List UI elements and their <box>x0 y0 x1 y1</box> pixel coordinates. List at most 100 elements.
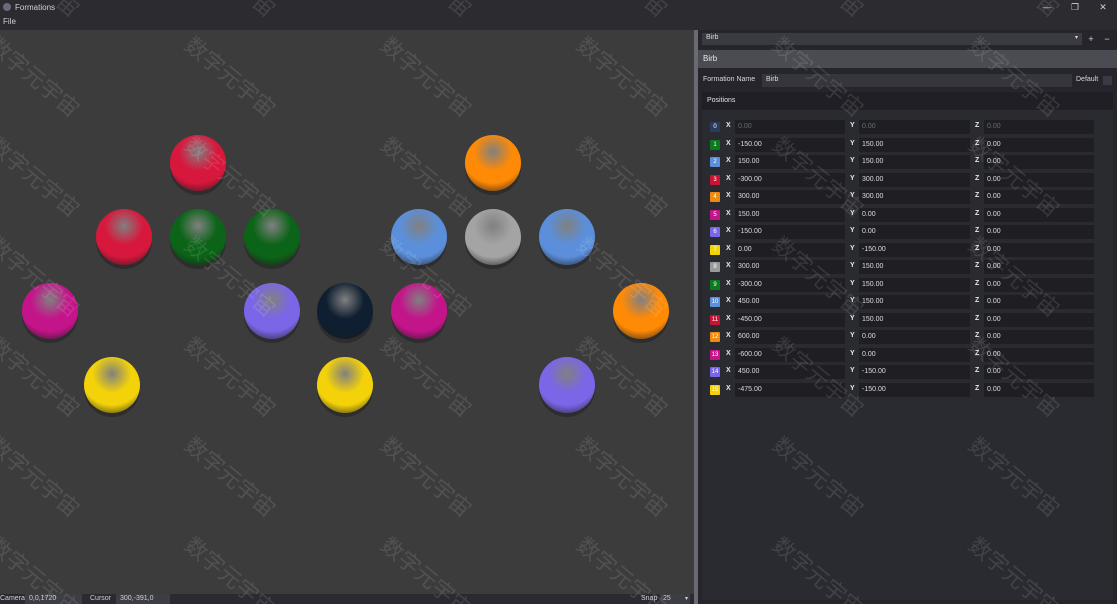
default-checkbox[interactable] <box>1103 76 1112 85</box>
z-input[interactable]: 0.00 <box>984 155 1094 169</box>
x-input[interactable]: -150.00 <box>735 225 845 239</box>
x-input[interactable]: 450.00 <box>735 365 845 379</box>
axis-y-label: Y <box>850 122 855 129</box>
formation-sphere[interactable] <box>539 209 595 265</box>
axis-y-label: Y <box>850 367 855 374</box>
z-input[interactable]: 0.00 <box>984 330 1094 344</box>
axis-y-label: Y <box>850 279 855 287</box>
position-index: 4 <box>710 192 720 202</box>
x-input[interactable]: 0.00 <box>735 120 845 134</box>
x-input[interactable]: 300.00 <box>735 260 845 274</box>
y-input[interactable]: 0.00 <box>859 330 970 344</box>
x-input[interactable]: -450.00 <box>735 312 845 327</box>
x-input[interactable]: 600.00 <box>735 330 845 344</box>
axis-y-label: Y <box>850 332 855 339</box>
formation-sphere[interactable] <box>391 209 447 265</box>
z-input[interactable]: 0.00 <box>984 295 1094 309</box>
snap-select[interactable]: 25 ▾ <box>660 594 690 604</box>
z-input[interactable]: 0.00 <box>984 242 1094 257</box>
menu-file[interactable]: File <box>3 17 16 26</box>
z-input[interactable]: 0.00 <box>984 190 1094 204</box>
formation-sphere[interactable] <box>317 357 373 413</box>
formation-dropdown[interactable]: Birb ▾ <box>702 33 1082 45</box>
formation-sphere[interactable] <box>22 283 78 339</box>
y-input[interactable]: 300.00 <box>859 190 970 204</box>
axis-y-label: Y <box>850 349 855 357</box>
close-button[interactable]: ✕ <box>1089 0 1117 14</box>
position-index: 7 <box>710 244 720 255</box>
chevron-down-icon: ▾ <box>1074 35 1078 41</box>
x-input[interactable]: 0.00 <box>735 242 845 257</box>
axis-x-label: X <box>726 174 731 182</box>
z-input[interactable]: 0.00 <box>984 347 1094 362</box>
y-input[interactable]: 0.00 <box>859 120 970 134</box>
position-index: 10 <box>710 297 720 307</box>
minimize-button[interactable]: — <box>1033 0 1061 14</box>
y-input[interactable]: 150.00 <box>859 155 970 169</box>
x-input[interactable]: 150.00 <box>735 155 845 169</box>
y-input[interactable]: 300.00 <box>859 172 970 187</box>
x-input[interactable]: -300.00 <box>735 277 845 292</box>
restore-button[interactable]: ❐ <box>1061 0 1089 14</box>
formation-sphere[interactable] <box>465 135 521 191</box>
axis-z-label: Z <box>975 279 980 287</box>
y-input[interactable]: 150.00 <box>859 312 970 327</box>
formation-sphere[interactable] <box>244 209 300 265</box>
x-input[interactable]: 450.00 <box>735 295 845 309</box>
formation-sphere[interactable] <box>539 357 595 413</box>
y-input[interactable]: 0.00 <box>859 225 970 239</box>
z-input[interactable]: 0.00 <box>984 120 1094 134</box>
formation-name-input[interactable]: Birb <box>762 74 1072 87</box>
x-input[interactable]: 300.00 <box>735 190 845 204</box>
y-input[interactable]: 150.00 <box>859 277 970 292</box>
formation-sphere[interactable] <box>170 209 226 265</box>
axis-z-label: Z <box>975 174 980 182</box>
formation-name-label: Formation Name <box>703 76 756 83</box>
z-input[interactable]: 0.00 <box>984 225 1094 239</box>
y-input[interactable]: 150.00 <box>859 137 970 152</box>
formation-sphere[interactable] <box>244 283 300 339</box>
z-input[interactable]: 0.00 <box>984 172 1094 187</box>
x-input[interactable]: -150.00 <box>735 137 845 152</box>
z-input[interactable]: 0.00 <box>984 207 1094 222</box>
position-index: 3 <box>710 174 720 185</box>
x-input[interactable]: -475.00 <box>735 382 845 397</box>
axis-x-label: X <box>726 297 731 304</box>
formation-sphere[interactable] <box>170 135 226 191</box>
z-input[interactable]: 0.00 <box>984 137 1094 152</box>
y-input[interactable]: -150.00 <box>859 365 970 379</box>
formation-sphere[interactable] <box>391 283 447 339</box>
formation-sphere[interactable] <box>317 283 373 339</box>
remove-formation-button[interactable]: − <box>1100 33 1114 45</box>
z-input[interactable]: 0.00 <box>984 260 1094 274</box>
position-row: 6 X -150.00 Y 0.00 Z 0.00 <box>708 224 1100 242</box>
z-input[interactable]: 0.00 <box>984 365 1094 379</box>
x-input[interactable]: -600.00 <box>735 347 845 362</box>
formation-sphere[interactable] <box>465 209 521 265</box>
y-input[interactable]: 0.00 <box>859 347 970 362</box>
positions-list: 0 X 0.00 Y 0.00 Z 0.00 1 X -150.00 Y 150.00 Z 0.00 2 X 1… <box>708 119 1100 399</box>
y-input[interactable]: 150.00 <box>859 260 970 274</box>
cursor-label: Cursor <box>90 595 112 602</box>
formation-viewport[interactable] <box>0 30 694 594</box>
axis-y-label: Y <box>850 209 855 217</box>
add-formation-button[interactable]: + <box>1084 33 1098 45</box>
formation-sphere[interactable] <box>84 357 140 413</box>
formation-sphere[interactable] <box>96 209 152 265</box>
y-input[interactable]: -150.00 <box>859 242 970 257</box>
z-input[interactable]: 0.00 <box>984 277 1094 292</box>
x-input[interactable]: 150.00 <box>735 207 845 222</box>
y-input[interactable]: 0.00 <box>859 207 970 222</box>
default-label: Default <box>1076 76 1099 83</box>
formation-sphere[interactable] <box>613 283 669 339</box>
z-input[interactable]: 0.00 <box>984 382 1094 397</box>
y-input[interactable]: 150.00 <box>859 295 970 309</box>
position-index: 14 <box>710 367 720 377</box>
position-index: 9 <box>710 279 720 290</box>
position-row: 14 X 450.00 Y -150.00 Z 0.00 <box>708 364 1100 382</box>
x-input[interactable]: -300.00 <box>735 172 845 187</box>
z-input[interactable]: 0.00 <box>984 312 1094 327</box>
axis-x-label: X <box>726 139 731 147</box>
y-input[interactable]: -150.00 <box>859 382 970 397</box>
position-row: 1 X -150.00 Y 150.00 Z 0.00 <box>708 137 1100 155</box>
